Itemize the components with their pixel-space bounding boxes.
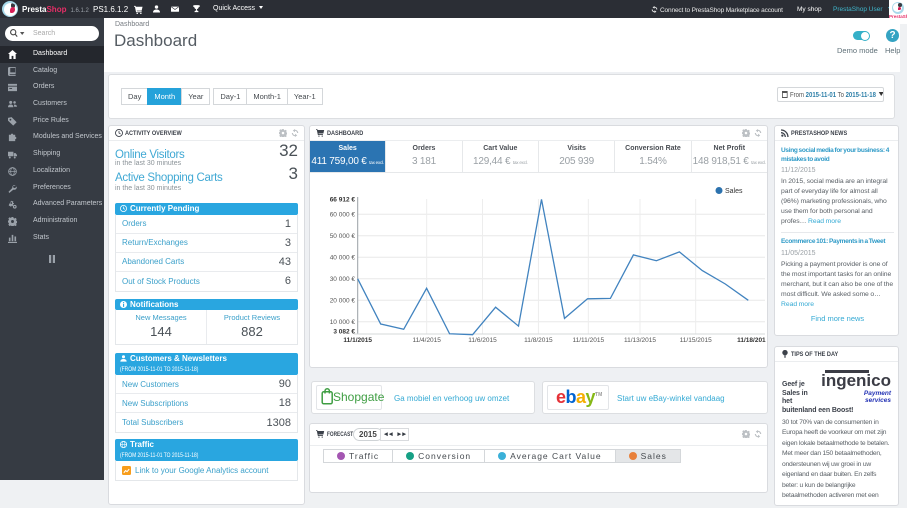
svg-text:11/6/2015: 11/6/2015: [468, 337, 497, 344]
svg-text:11/1/2015: 11/1/2015: [343, 337, 372, 344]
svg-text:Sales: Sales: [725, 188, 743, 195]
svg-text:11/13/2015: 11/13/2015: [624, 337, 656, 344]
svg-text:11/11/2015: 11/11/2015: [573, 337, 605, 344]
svg-text:11/4/2015: 11/4/2015: [412, 337, 441, 344]
svg-text:30 000 €: 30 000 €: [330, 276, 356, 283]
svg-text:11/8/2015: 11/8/2015: [524, 337, 553, 344]
svg-text:10 000 €: 10 000 €: [330, 319, 356, 326]
svg-text:60 000 €: 60 000 €: [330, 211, 356, 218]
svg-text:11/15/2015: 11/15/2015: [680, 337, 712, 344]
svg-text:40 000 €: 40 000 €: [330, 254, 356, 261]
svg-text:66 912 €: 66 912 €: [330, 196, 356, 203]
svg-text:50 000 €: 50 000 €: [330, 233, 356, 240]
svg-text:20 000 €: 20 000 €: [330, 297, 356, 304]
svg-text:11/18/201: 11/18/201: [737, 337, 766, 344]
svg-text:3 082 €: 3 082 €: [333, 329, 355, 336]
